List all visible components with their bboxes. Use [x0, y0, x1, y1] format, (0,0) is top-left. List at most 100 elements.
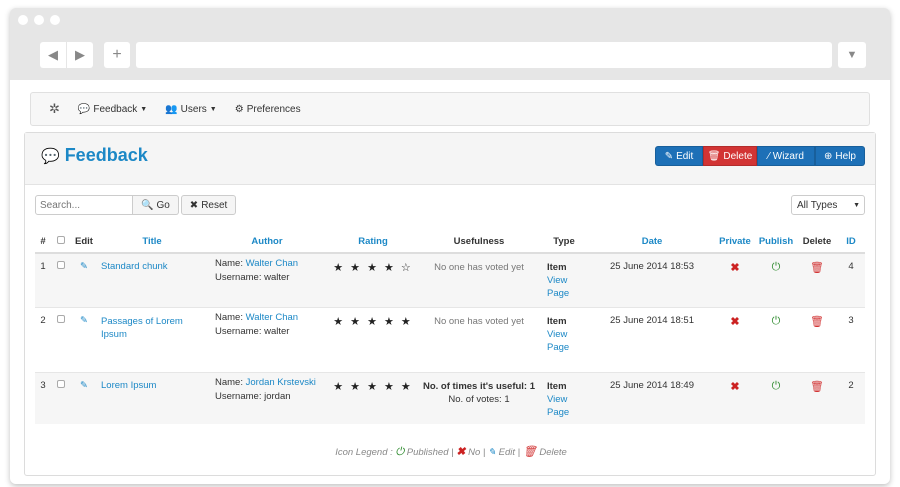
wizard-button[interactable]: ⁄ Wizard [757, 146, 815, 166]
author-link[interactable]: Walter Chan [246, 312, 298, 323]
reset-button[interactable]: ✖ Reset [180, 195, 237, 215]
col-date[interactable]: Date [589, 231, 715, 254]
legend-label: Icon Legend : [335, 447, 393, 458]
type-select-value: All Types [797, 199, 838, 211]
view-page-link[interactable]: View Page [547, 328, 589, 354]
author-link[interactable]: Walter Chan [246, 258, 298, 269]
view-link-text: View [547, 275, 568, 286]
row-checkbox[interactable] [57, 261, 65, 269]
private-no-icon[interactable]: ✖ [715, 306, 755, 372]
nav-preferences[interactable]: ⚙ Preferences [235, 104, 301, 115]
delete-button[interactable]: 🗑 Delete [703, 146, 757, 166]
view-page-link[interactable]: View Page [547, 393, 589, 419]
view-link-text: View [547, 328, 568, 340]
delete-button-label: Delete [723, 150, 753, 162]
lifebuoy-icon: ⊕ [824, 150, 833, 162]
type-label: Item [547, 262, 567, 273]
usefulness-line1: No one has voted yet [434, 262, 524, 273]
help-button-label: Help [835, 150, 856, 162]
published-power-icon[interactable]: ⏻ [755, 252, 797, 307]
select-all-checkbox[interactable] [57, 236, 65, 244]
reset-button-label: Reset [201, 199, 228, 211]
help-button[interactable]: ⊕ Help [815, 146, 865, 166]
table-row: 1 ✎ Standard chunk Name: Walter Chan Use… [35, 252, 865, 307]
feedback-table: # Edit Title Author Rating Usefulness Ty… [35, 231, 865, 424]
close-dot[interactable] [18, 15, 28, 25]
row-number: 2 [35, 306, 51, 372]
row-checkbox-cell [51, 306, 71, 372]
author-username: Username: walter [215, 325, 290, 337]
col-select-all [51, 231, 71, 254]
col-title[interactable]: Title [97, 231, 207, 254]
private-no-icon[interactable]: ✖ [715, 371, 755, 424]
feedback-panel: 💬 Feedback ✎Edit 🗑Delete ⁄Wizard ⊕Help 🔍… [24, 132, 876, 476]
dropdown-arrow-icon[interactable]: ▼ [838, 42, 866, 68]
trash-icon[interactable]: 🗑 [797, 306, 837, 372]
comment-icon: 💬 [77, 103, 91, 115]
col-id[interactable]: ID [837, 231, 865, 254]
private-no-icon[interactable]: ✖ [715, 252, 755, 307]
row-number: 3 [35, 371, 51, 424]
row-title-cell: Lorem Ipsum [97, 371, 207, 424]
row-title-link[interactable]: Lorem Ipsum [101, 380, 156, 391]
browser-window: ◀ ▶ + ▼ ✲ 💬 Feedback ▼ 👥 Users ▼ ⚙ Prefe… [10, 8, 890, 484]
author-link[interactable]: Jordan Krstevski [246, 377, 316, 388]
nav-preferences-label: Preferences [246, 103, 301, 115]
nav-feedback[interactable]: 💬 Feedback ▼ [78, 104, 147, 115]
row-edit-icon[interactable]: ✎ [71, 252, 97, 307]
go-button[interactable]: 🔍 Go [133, 195, 179, 215]
minimize-dot[interactable] [34, 15, 44, 25]
row-checkbox[interactable] [57, 314, 65, 323]
legend-no: No [468, 447, 481, 458]
power-icon: ⏻ [395, 446, 405, 458]
trash-icon[interactable]: 🗑 [797, 371, 837, 424]
address-bar[interactable] [136, 42, 832, 68]
row-number: 1 [35, 252, 51, 307]
row-id: 2 [837, 371, 865, 424]
type-select[interactable]: All Types ▼ [791, 195, 865, 215]
row-date: 25 June 2014 18:51 [589, 306, 715, 372]
row-title-link[interactable]: Passages of Lorem Ipsum [101, 316, 183, 340]
search-input[interactable] [35, 195, 133, 215]
edit-icon: ✎ [664, 150, 674, 162]
page-link-text: Page [547, 288, 570, 299]
back-arrow-icon[interactable]: ◀ [40, 42, 66, 68]
col-edit: Edit [71, 231, 97, 254]
view-page-link[interactable]: View Page [547, 274, 589, 300]
trash-icon[interactable]: 🗑 [797, 252, 837, 307]
go-button-label: Go [156, 199, 170, 211]
usefulness-cell: No one has voted yet [419, 306, 539, 372]
page-title-text: Feedback [64, 145, 148, 165]
admin-navbar: ✲ 💬 Feedback ▼ 👥 Users ▼ ⚙ Preferences [30, 92, 870, 126]
row-edit-icon[interactable]: ✎ [71, 306, 97, 372]
caret-down-icon: ▼ [209, 105, 217, 113]
col-author[interactable]: Author [207, 231, 327, 254]
type-cell: Item View Page [539, 252, 589, 307]
row-title-link[interactable]: Standard chunk [101, 261, 168, 272]
col-publish[interactable]: Publish [755, 231, 797, 254]
wizard-button-label: Wizard [772, 150, 804, 162]
rating-stars: ★ ★ ★ ★ ★ [327, 371, 419, 424]
edit-button[interactable]: ✎ Edit [655, 146, 703, 166]
edit-icon: ✎ [488, 447, 496, 458]
page-link-text: Page [547, 341, 570, 353]
published-power-icon[interactable]: ⏻ [755, 371, 797, 424]
page-link-text: Page [547, 406, 570, 418]
row-checkbox[interactable] [57, 379, 65, 388]
nav-users[interactable]: 👥 Users ▼ [165, 104, 217, 115]
table-row: 2 ✎ Passages of Lorem Ipsum Name: Walter… [35, 306, 865, 372]
new-tab-plus-icon[interactable]: + [104, 42, 130, 68]
published-power-icon[interactable]: ⏻ [755, 306, 797, 372]
row-title-cell: Passages of Lorem Ipsum [97, 306, 207, 372]
type-cell: Item View Page [539, 306, 589, 372]
comment-icon: 💬 [41, 147, 60, 165]
app-logo-icon[interactable]: ✲ [49, 101, 60, 117]
col-private[interactable]: Private [715, 231, 755, 254]
edit-button-label: Edit [676, 150, 694, 162]
forward-arrow-icon[interactable]: ▶ [67, 42, 93, 68]
usefulness-cell: No. of times it's useful: 1 No. of votes… [419, 371, 539, 424]
row-edit-icon[interactable]: ✎ [71, 371, 97, 424]
usefulness-cell: No one has voted yet [419, 252, 539, 307]
col-rating[interactable]: Rating [327, 231, 419, 254]
zoom-dot[interactable] [50, 15, 60, 25]
